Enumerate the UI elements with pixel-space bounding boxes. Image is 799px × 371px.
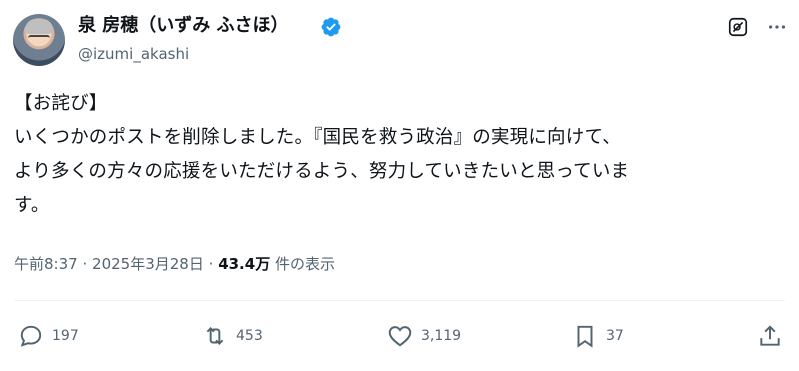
like-count: 3,119 bbox=[421, 328, 462, 344]
avatar-hair bbox=[25, 19, 53, 34]
repost-icon bbox=[206, 327, 224, 345]
repost-count: 453 bbox=[236, 328, 263, 344]
post-text: 【お詫び】 いくつかのポストを削除しました。『国民を救う政治』の実現に向けて、 … bbox=[14, 93, 630, 216]
reply-button[interactable]: 197 bbox=[18, 318, 79, 354]
post-time[interactable]: 午前8:37 bbox=[14, 255, 78, 273]
author-display-name[interactable]: 泉 房穂（いずみ ふさほ） bbox=[78, 14, 289, 38]
views-label: 件の表示 bbox=[274, 255, 335, 273]
divider-top bbox=[14, 300, 785, 301]
meta-separator: · bbox=[208, 255, 214, 273]
reply-icon bbox=[20, 325, 42, 347]
share-icon bbox=[760, 325, 780, 346]
views-count: 43.4万 bbox=[218, 255, 271, 273]
more-options-icon[interactable] bbox=[764, 14, 790, 40]
bookmark-button[interactable]: 37 bbox=[572, 318, 624, 354]
share-button[interactable] bbox=[757, 318, 783, 354]
author-avatar[interactable] bbox=[13, 14, 65, 66]
verified-badge-icon bbox=[321, 17, 341, 37]
repost-button[interactable]: 453 bbox=[202, 318, 263, 354]
action-bar: 197 453 3,119 37 bbox=[14, 318, 785, 354]
post-metadata: 午前8:37 · 2025年3月28日 · 43.4万 件の表示 bbox=[14, 253, 335, 274]
author-handle[interactable]: @izumi_akashi bbox=[78, 44, 189, 64]
post-date[interactable]: 2025年3月28日 bbox=[92, 255, 204, 273]
avatar-glasses bbox=[28, 35, 50, 43]
grok-icon[interactable] bbox=[727, 16, 749, 38]
like-button[interactable]: 3,119 bbox=[387, 318, 461, 354]
meta-separator: · bbox=[82, 255, 88, 273]
reply-count: 197 bbox=[52, 328, 79, 344]
bookmark-count: 37 bbox=[606, 328, 624, 344]
bookmark-icon bbox=[577, 325, 593, 348]
heart-icon bbox=[388, 326, 412, 347]
